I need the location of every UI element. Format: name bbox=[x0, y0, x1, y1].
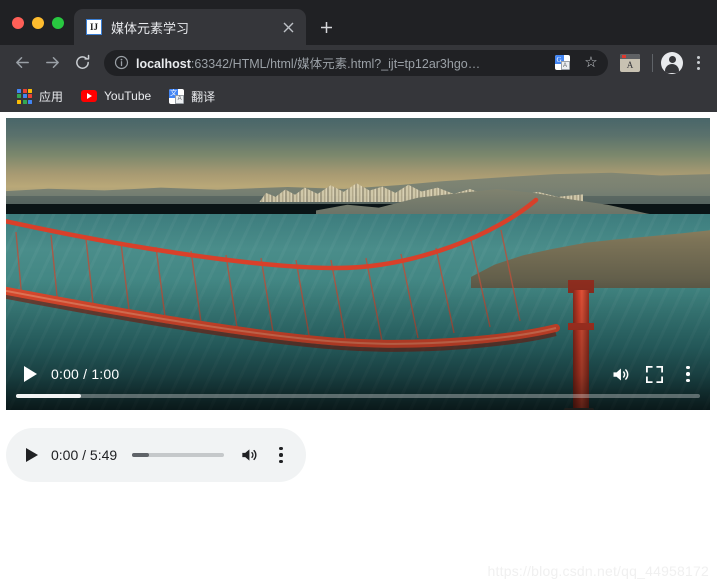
watermark-text: https://blog.csdn.net/qq_44958172 bbox=[487, 563, 709, 579]
bookmarks-bar: 应用 YouTube 文 翻译 bbox=[0, 80, 717, 112]
video-time-display: 0:00 / 1:00 bbox=[51, 366, 120, 382]
plus-icon bbox=[320, 21, 332, 33]
close-window-button[interactable] bbox=[12, 16, 24, 29]
intellij-favicon-icon: IJ bbox=[86, 19, 102, 35]
audio-volume-button[interactable] bbox=[239, 445, 259, 465]
forward-button[interactable] bbox=[38, 49, 66, 77]
bookmark-youtube[interactable]: YouTube bbox=[74, 85, 158, 107]
audio-element[interactable]: 0:00 / 5:49 bbox=[6, 428, 306, 482]
bookmark-translate[interactable]: 文 翻译 bbox=[162, 84, 222, 109]
kebab-dot bbox=[696, 61, 700, 64]
bookmark-label: YouTube bbox=[104, 89, 152, 103]
audio-play-button[interactable] bbox=[26, 448, 38, 462]
volume-icon bbox=[242, 449, 257, 461]
star-glyph: ☆ bbox=[584, 54, 598, 71]
maximize-window-button[interactable] bbox=[52, 16, 64, 29]
video-progress-bar[interactable] bbox=[16, 394, 700, 398]
bookmark-label: 翻译 bbox=[191, 89, 216, 104]
extension-icon[interactable]: A bbox=[620, 53, 640, 72]
kebab-dot bbox=[279, 459, 283, 464]
extension-letter: A bbox=[626, 60, 634, 70]
audio-progress-fill bbox=[132, 453, 149, 457]
browser-window: IJ 媒体元素学习 localhost:63342/HTML/html/媒体元素… bbox=[0, 0, 717, 585]
kebab-dot bbox=[686, 365, 690, 370]
fullscreen-icon bbox=[645, 365, 664, 383]
kebab-dot bbox=[696, 55, 700, 59]
reload-icon bbox=[75, 54, 89, 69]
video-more-options-button[interactable] bbox=[678, 363, 698, 385]
video-buffered-range bbox=[16, 394, 81, 398]
video-fullscreen-button[interactable] bbox=[645, 365, 664, 384]
bookmark-star-icon[interactable]: ☆ bbox=[580, 52, 602, 74]
address-bar-text: localhost:63342/HTML/html/媒体元素.html?_ijt… bbox=[136, 53, 544, 72]
extension-badge-dot bbox=[622, 54, 626, 58]
kebab-dot bbox=[686, 378, 690, 383]
info-circle-icon bbox=[114, 55, 129, 70]
avatar-body-icon bbox=[665, 63, 679, 73]
translate-glyph: G bbox=[554, 55, 570, 70]
page-viewport: 0:00 / 1:00 0:00 / 5:49 https://blog.csd… bbox=[0, 112, 717, 585]
minimize-window-button[interactable] bbox=[32, 16, 44, 29]
close-tab-icon[interactable] bbox=[278, 17, 298, 37]
browser-tab[interactable]: IJ 媒体元素学习 bbox=[74, 9, 306, 45]
google-translate-icon: 文 bbox=[169, 88, 185, 104]
kebab-dot bbox=[279, 446, 283, 451]
toolbar-divider bbox=[652, 53, 653, 72]
translate-target-letter bbox=[560, 61, 570, 70]
tab-strip: IJ 媒体元素学习 bbox=[0, 0, 717, 45]
video-volume-button[interactable] bbox=[610, 364, 631, 385]
tab-title: 媒体元素学习 bbox=[111, 20, 190, 36]
avatar-head-icon bbox=[668, 55, 676, 63]
translate-page-icon[interactable]: G bbox=[551, 52, 573, 74]
audio-progress-bar[interactable] bbox=[132, 453, 224, 457]
arrow-right-icon bbox=[45, 57, 59, 68]
site-info-icon[interactable] bbox=[114, 55, 129, 70]
audio-more-options-button[interactable] bbox=[272, 444, 290, 466]
kebab-dot bbox=[696, 66, 700, 70]
video-controls-row: 0:00 / 1:00 bbox=[6, 354, 710, 394]
reload-button[interactable] bbox=[68, 49, 96, 77]
url-path: :63342/HTML/html/媒体元素.html?_ijt=tp12ar3h… bbox=[190, 57, 481, 71]
browser-toolbar: localhost:63342/HTML/html/媒体元素.html?_ijt… bbox=[0, 45, 717, 80]
video-play-button[interactable] bbox=[24, 366, 37, 382]
profile-avatar[interactable] bbox=[661, 51, 683, 74]
bookmark-label: 应用 bbox=[39, 89, 64, 104]
bookmark-apps[interactable]: 应用 bbox=[10, 84, 70, 109]
kebab-dot bbox=[279, 453, 283, 457]
kebab-dot bbox=[686, 372, 690, 376]
youtube-icon bbox=[81, 90, 98, 102]
video-element[interactable]: 0:00 / 1:00 bbox=[6, 118, 710, 410]
volume-icon bbox=[613, 368, 629, 380]
new-tab-button[interactable] bbox=[312, 13, 340, 41]
translate-target-letter bbox=[175, 94, 185, 104]
video-controls: 0:00 / 1:00 bbox=[6, 354, 710, 410]
chrome-menu-button[interactable] bbox=[687, 51, 709, 75]
close-icon-svg bbox=[283, 22, 293, 32]
apps-grid-icon bbox=[17, 88, 32, 104]
arrow-left-icon bbox=[15, 57, 29, 68]
audio-time-display: 0:00 / 5:49 bbox=[51, 447, 118, 463]
address-bar[interactable]: localhost:63342/HTML/html/媒体元素.html?_ijt… bbox=[104, 49, 608, 76]
window-traffic-lights bbox=[8, 0, 74, 45]
url-host: localhost bbox=[136, 57, 191, 71]
back-button[interactable] bbox=[8, 49, 36, 77]
